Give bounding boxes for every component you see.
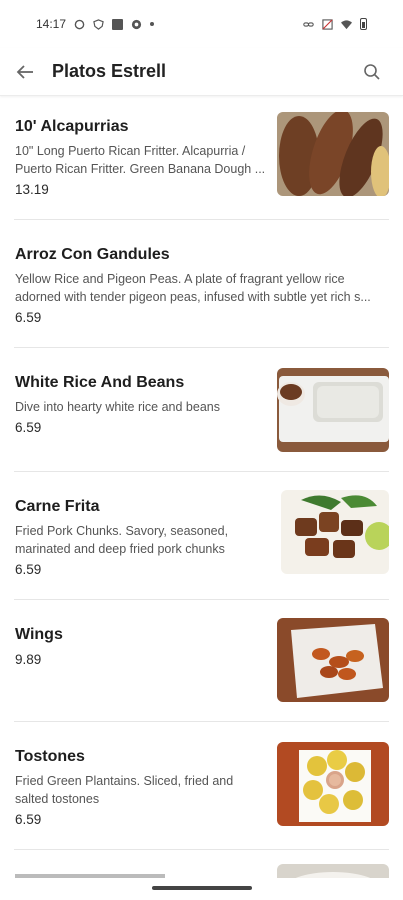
menu-item-partial[interactable] bbox=[14, 850, 389, 878]
item-price: 9.89 bbox=[15, 652, 42, 667]
arrow-left-icon bbox=[16, 64, 33, 79]
search-icon bbox=[364, 63, 380, 80]
item-name-partial bbox=[15, 870, 165, 878]
item-name: Wings bbox=[15, 626, 63, 643]
item-description: 10" Long Puerto Rican Fritter. Alcapurri… bbox=[15, 144, 266, 176]
status-left: 14:17 bbox=[36, 17, 155, 31]
item-text: Carne Frita Fried Pork Chunks. Savory, s… bbox=[15, 498, 255, 577]
search-button[interactable] bbox=[361, 61, 383, 83]
back-button[interactable] bbox=[14, 61, 36, 83]
item-name: 10' Alcapurrias bbox=[15, 118, 129, 135]
item-name: White Rice And Beans bbox=[15, 374, 185, 391]
link-icon bbox=[303, 21, 314, 27]
home-indicator[interactable] bbox=[152, 886, 252, 890]
item-price: 6.59 bbox=[15, 812, 42, 827]
status-right bbox=[303, 18, 367, 30]
menu-list: 10' Alcapurrias 10" Long Puerto Rican Fr… bbox=[0, 96, 403, 878]
item-image-partial bbox=[277, 864, 389, 878]
menu-item-wings[interactable]: Wings 9.89 bbox=[14, 600, 389, 722]
item-description: Fried Pork Chunks. Savory, seasoned, mar… bbox=[15, 524, 229, 556]
item-image-wings bbox=[277, 618, 389, 702]
shield-icon bbox=[93, 18, 104, 30]
battery-icon bbox=[360, 18, 367, 30]
menu-item-white-rice-and-beans[interactable]: White Rice And Beans Dive into hearty wh… bbox=[14, 348, 389, 472]
menu-item-arroz-con-gandules[interactable]: Arroz Con Gandules Yellow Rice and Pigeo… bbox=[14, 220, 389, 348]
item-name: Tostones bbox=[15, 748, 85, 765]
notification-icon bbox=[74, 19, 85, 29]
item-price: 13.19 bbox=[15, 182, 49, 197]
item-text: 10' Alcapurrias 10" Long Puerto Rican Fr… bbox=[15, 118, 281, 197]
item-text: Wings 9.89 bbox=[15, 626, 63, 667]
wifi-icon bbox=[341, 19, 352, 29]
item-name: Carne Frita bbox=[15, 498, 100, 515]
app-bar: Platos Estrell bbox=[0, 48, 403, 96]
item-description: Yellow Rice and Pigeon Peas. A plate of … bbox=[15, 272, 371, 304]
more-notifications-icon bbox=[150, 22, 155, 26]
item-description: Fried Green Plantains. Sliced, fried and… bbox=[15, 774, 234, 806]
item-price: 6.59 bbox=[15, 562, 42, 577]
item-text: Arroz Con Gandules Yellow Rice and Pigeo… bbox=[15, 246, 375, 325]
menu-item-carne-frita[interactable]: Carne Frita Fried Pork Chunks. Savory, s… bbox=[14, 472, 389, 600]
menu-item-alcapurrias[interactable]: 10' Alcapurrias 10" Long Puerto Rican Fr… bbox=[14, 96, 389, 220]
item-image-tostones bbox=[277, 742, 389, 826]
item-image-alcapurrias bbox=[277, 112, 389, 196]
item-text: White Rice And Beans Dive into hearty wh… bbox=[15, 374, 281, 435]
item-image-carne-frita bbox=[281, 490, 389, 574]
sync-icon bbox=[131, 19, 142, 29]
menu-item-tostones[interactable]: Tostones Fried Green Plantains. Sliced, … bbox=[14, 722, 389, 850]
item-text: Tostones Fried Green Plantains. Sliced, … bbox=[15, 748, 255, 827]
item-description: Dive into hearty white rice and beans bbox=[15, 400, 220, 414]
app-notification-icon bbox=[112, 18, 124, 30]
status-bar: 14:17 bbox=[0, 0, 403, 48]
page-title: Platos Estrell bbox=[52, 61, 167, 81]
item-name: Arroz Con Gandules bbox=[15, 246, 170, 263]
item-price: 6.59 bbox=[15, 310, 42, 325]
mobile-data-off-icon bbox=[322, 18, 333, 30]
item-price: 6.59 bbox=[15, 420, 42, 435]
item-image-white-rice-and-beans bbox=[277, 368, 389, 452]
status-time: 14:17 bbox=[36, 17, 67, 31]
